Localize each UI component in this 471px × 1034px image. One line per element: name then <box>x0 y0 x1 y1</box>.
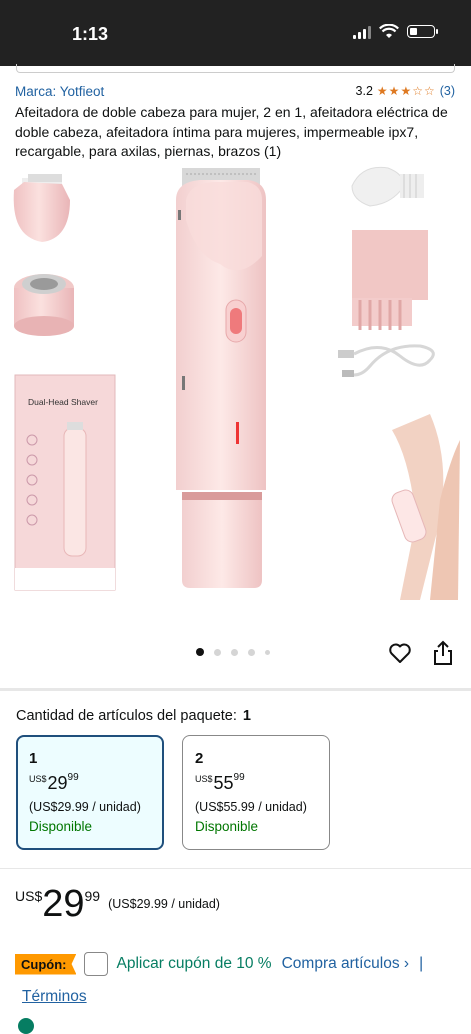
star-rating-icon: ★★★☆☆ <box>376 84 436 98</box>
option-availability: Disponible <box>195 819 259 834</box>
thumb-usb-cable <box>338 344 435 377</box>
option-availability: Disponible <box>29 819 93 834</box>
price-whole: 29 <box>42 883 85 925</box>
pagination-dot[interactable] <box>265 649 270 655</box>
section-divider <box>0 688 471 691</box>
main-shaver <box>176 168 266 588</box>
package-selected-value: 1 <box>242 708 251 724</box>
thumb-leg-usage <box>391 414 460 600</box>
option-price-fraction: 99 <box>233 772 245 783</box>
pagination-dot[interactable] <box>248 648 255 656</box>
coupon-checkbox[interactable] <box>84 952 109 976</box>
wifi-icon <box>379 24 399 38</box>
product-image-gallery[interactable]: Dual-Head Shaver <box>0 160 471 630</box>
option-price: US$2999 <box>29 772 162 794</box>
box-label: Dual-Head Shaver <box>28 397 98 407</box>
option-currency: US$ <box>29 774 47 784</box>
option-currency: US$ <box>195 774 213 784</box>
option-price-fraction: 99 <box>67 772 79 783</box>
product-title: Afeitadora de doble cabeza para mujer, 2… <box>15 104 448 159</box>
product-price: US$ 29 99 (US$29.99 / unidad) <box>15 882 220 926</box>
rating-summary[interactable]: 3.2 ★★★☆☆ (3) <box>356 84 455 98</box>
thumb-cleaning-brush <box>351 166 424 207</box>
check-circle-icon <box>18 1018 34 1034</box>
heart-icon[interactable] <box>388 641 412 665</box>
pagination-dot[interactable] <box>214 648 221 656</box>
price-currency: US$ <box>15 888 43 904</box>
package-quantity-label: Cantidad de artículos del paquete: 1 <box>16 708 251 724</box>
rating-value: 3.2 <box>355 84 373 98</box>
shop-items-link[interactable]: Compra artículos › <box>282 955 409 973</box>
option-price: US$5599 <box>195 772 329 794</box>
option-unit-price: (US$29.99 / unidad) <box>29 800 141 814</box>
pagination-dot[interactable] <box>196 648 204 656</box>
share-icon[interactable] <box>432 640 454 666</box>
coupon-separator: | <box>419 955 424 972</box>
terms-link[interactable]: Términos <box>22 988 87 1006</box>
option-qty: 2 <box>195 750 204 767</box>
battery-icon <box>407 25 438 38</box>
section-divider <box>0 868 471 869</box>
package-option-1[interactable]: 1 US$2999 (US$29.99 / unidad) Disponible <box>16 735 164 850</box>
coupon-text[interactable]: Aplicar cupón de 10 % <box>116 955 271 973</box>
price-fraction: 99 <box>84 888 101 904</box>
thumb-product-box: Dual-Head Shaver <box>14 374 116 591</box>
option-unit-price: (US$55.99 / unidad) <box>195 800 307 814</box>
rating-count[interactable]: (3) <box>440 84 455 98</box>
pagination-dot[interactable] <box>231 648 238 656</box>
price-unit: (US$29.99 / unidad) <box>108 897 220 911</box>
brand-link[interactable]: Marca: Yotfieot <box>15 84 104 99</box>
option-price-whole: 29 <box>47 773 68 793</box>
signal-icon <box>353 25 371 39</box>
thumb-foil-head <box>14 274 74 336</box>
status-icons <box>353 24 438 39</box>
coupon-badge: Cupón: <box>15 953 77 975</box>
thumb-guide-comb <box>352 230 428 330</box>
coupon-row: Cupón: Aplicar cupón de 10 % Compra artí… <box>15 952 423 976</box>
status-bar: 1:13 <box>0 0 471 66</box>
header-edge <box>0 64 471 74</box>
status-time: 1:13 <box>72 24 109 44</box>
thumb-trimmer-head <box>13 174 70 242</box>
package-option-2[interactable]: 2 US$5599 (US$55.99 / unidad) Disponible <box>182 735 330 850</box>
package-label-text: Cantidad de artículos del paquete: <box>16 708 237 724</box>
option-qty: 1 <box>29 750 38 767</box>
option-price-whole: 55 <box>213 773 234 793</box>
product-image[interactable]: Dual-Head Shaver <box>0 160 471 630</box>
gallery-pagination <box>196 648 270 656</box>
